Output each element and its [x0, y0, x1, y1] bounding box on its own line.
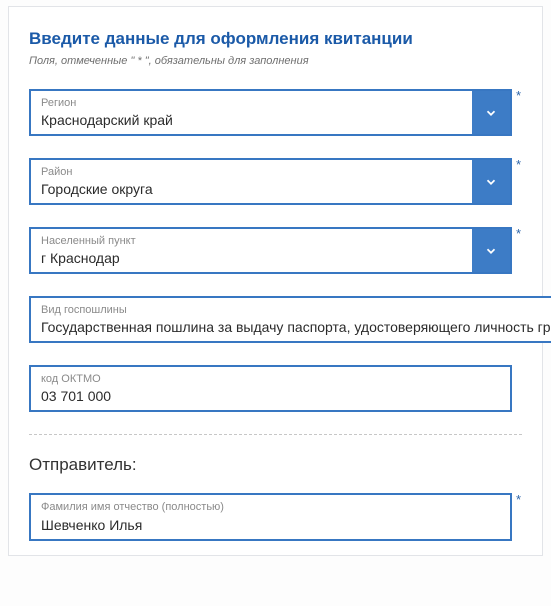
city-label: Населенный пункт [41, 235, 462, 247]
fullname-label: Фамилия имя отчество (полностью) [41, 501, 500, 513]
duty-value: Государственная пошлина за выдачу паспор… [41, 319, 551, 335]
duty-label: Вид госпошлины [41, 304, 551, 316]
chevron-down-icon [484, 106, 498, 120]
city-row: Населенный пункт г Краснодар * [29, 227, 522, 274]
region-dropdown-toggle[interactable] [472, 91, 510, 134]
fullname-input[interactable]: Фамилия имя отчество (полностью) Шевченк… [29, 493, 512, 540]
region-value: Краснодарский край [41, 112, 462, 128]
required-mark: * [512, 89, 522, 102]
duty-select[interactable]: Вид госпошлины Государственная пошлина з… [29, 296, 551, 343]
chevron-down-icon [484, 244, 498, 258]
required-mark: * [512, 493, 522, 506]
city-value: г Краснодар [41, 250, 462, 266]
district-row: Район Городские округа * [29, 158, 522, 205]
district-label: Район [41, 166, 462, 178]
fullname-value: Шевченко Илья [41, 517, 500, 533]
oktmo-label: код ОКТМО [41, 373, 500, 385]
region-label: Регион [41, 97, 462, 109]
required-mark: * [512, 158, 522, 171]
receipt-form-panel: Введите данные для оформления квитанции … [8, 6, 543, 556]
city-select[interactable]: Населенный пункт г Краснодар [29, 227, 512, 274]
region-select[interactable]: Регион Краснодарский край [29, 89, 512, 136]
oktmo-row: код ОКТМО 03 701 000 [29, 365, 522, 412]
district-value: Городские округа [41, 181, 462, 197]
fullname-row: Фамилия имя отчество (полностью) Шевченк… [29, 493, 522, 540]
section-divider [29, 434, 522, 435]
region-row: Регион Краснодарский край * [29, 89, 522, 136]
chevron-down-icon [484, 175, 498, 189]
sender-section-title: Отправитель: [29, 455, 522, 475]
required-hint: Поля, отмеченные " * ", обязательны для … [29, 55, 522, 67]
oktmo-value: 03 701 000 [41, 388, 500, 404]
required-mark: * [512, 227, 522, 240]
form-title: Введите данные для оформления квитанции [29, 29, 522, 49]
duty-row: Вид госпошлины Государственная пошлина з… [29, 296, 522, 343]
district-select[interactable]: Район Городские округа [29, 158, 512, 205]
district-dropdown-toggle[interactable] [472, 160, 510, 203]
city-dropdown-toggle[interactable] [472, 229, 510, 272]
oktmo-input[interactable]: код ОКТМО 03 701 000 [29, 365, 512, 412]
